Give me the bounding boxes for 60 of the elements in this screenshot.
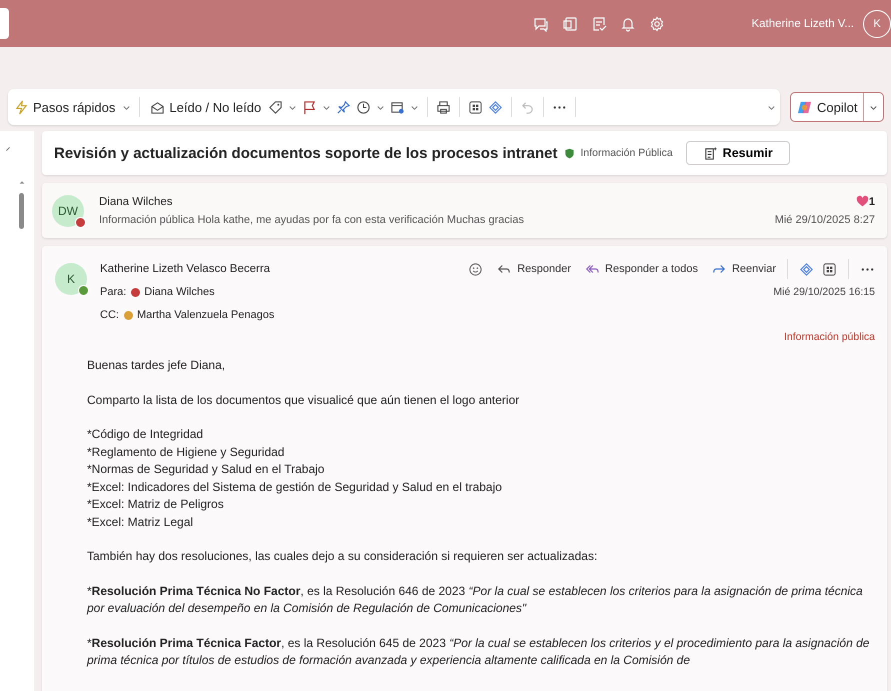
body-paragraph: *Resolución Prima Técnica Factor, es la Resolución 645 de 2023 “Por la cual se establecen los criterios y el procedimiento para la asignación de prima técnica por títulos de estudios de formación avanzada y experiencia altamente calificada en la Comisión de bbox=[87, 634, 870, 669]
apps-icon[interactable] bbox=[822, 262, 837, 276]
lightning-icon bbox=[14, 100, 29, 114]
list-item: *Excel: Indicadores del Sistema de gestión de Seguridad y Salud en el trabajo bbox=[87, 478, 503, 496]
calendar-icon[interactable] bbox=[390, 100, 406, 114]
sensitivity-label: Información Pública bbox=[580, 147, 673, 159]
recipient-name[interactable]: Martha Valenzuela Penagos bbox=[136, 309, 274, 321]
document-sparkle-icon bbox=[702, 146, 718, 160]
message-date: Mié 29/10/2025 8:27 bbox=[774, 214, 875, 226]
to-label: Para: bbox=[100, 286, 126, 298]
avatar: DW bbox=[52, 194, 84, 226]
list-item: *Excel: Matriz de Peligros bbox=[87, 496, 225, 513]
search-field[interactable] bbox=[0, 8, 10, 39]
apps-icon[interactable] bbox=[468, 100, 484, 114]
chat-icon[interactable] bbox=[533, 16, 550, 32]
chevron-icon[interactable] bbox=[4, 145, 12, 153]
loop-icon[interactable] bbox=[488, 100, 504, 114]
reply-button[interactable]: Responder bbox=[497, 262, 572, 276]
message-date: Mié 29/10/2025 16:15 bbox=[773, 286, 875, 298]
avatar: K bbox=[55, 263, 87, 295]
printer-icon[interactable] bbox=[436, 100, 452, 114]
shield-icon bbox=[564, 148, 576, 158]
collapsed-message[interactable]: DW Diana Wilches Información pública Hola kathe, me ayudas por fa con esta verificación Muchas gracias 1 Mié 29/10/2025 8:27 bbox=[42, 183, 887, 238]
notebook-icon[interactable] bbox=[562, 16, 578, 32]
sensitivity-label: Información pública bbox=[784, 331, 875, 343]
body-paragraph: *Resolución Prima Técnica No Factor, es la Resolución 646 de 2023 “Por la cual se establecen los criterios para la asignación de prima técnica por evaluación del desempeño en la Comisión de Regulación de Comunicaciones" bbox=[87, 582, 864, 617]
forward-button[interactable]: Reenviar bbox=[712, 262, 776, 276]
settings-icon[interactable] bbox=[649, 16, 666, 32]
copilot-logo bbox=[797, 100, 812, 114]
cc-label: CC: bbox=[100, 309, 119, 321]
arrow-reply-all-icon bbox=[585, 262, 600, 276]
body-paragraph: Buenas tardes jefe Diana, bbox=[87, 357, 226, 374]
tag-icon[interactable] bbox=[268, 100, 284, 114]
loop-icon[interactable] bbox=[799, 262, 814, 276]
body-paragraph: Comparto la lista de los documentos que visualicé que aún tienen el logo anterior bbox=[87, 392, 520, 408]
list-item: *Normas de Seguridad y Salud en el Trabajo bbox=[87, 461, 326, 478]
body-paragraph: También hay dos resoluciones, las cuales dejo a su consideración si requieren ser actualizadas: bbox=[87, 548, 598, 565]
pin-icon[interactable] bbox=[336, 100, 352, 114]
checklist-icon[interactable] bbox=[591, 16, 608, 32]
clock-icon[interactable] bbox=[356, 100, 372, 114]
list-item: *Reglamento de Higiene y Seguridad bbox=[87, 444, 286, 460]
flag-icon[interactable] bbox=[302, 100, 318, 114]
scrollbar-thumb[interactable] bbox=[19, 193, 24, 229]
read-unread-button[interactable]: Leído / No leído bbox=[148, 100, 264, 114]
reply-all-button[interactable]: Responder a todos bbox=[585, 262, 698, 276]
arrow-forward-icon bbox=[712, 262, 726, 276]
bell-icon[interactable] bbox=[620, 16, 636, 32]
arrow-reply-icon bbox=[497, 262, 512, 276]
copilot-button[interactable]: Copilot bbox=[790, 92, 884, 122]
list-item: *Código de Integridad bbox=[87, 426, 204, 443]
sender-name: Katherine Lizeth Velasco Becerra bbox=[100, 263, 270, 275]
sender-name: Diana Wilches bbox=[99, 196, 174, 208]
recipient-name[interactable]: Diana Wilches bbox=[144, 286, 215, 298]
emoji-icon[interactable] bbox=[468, 262, 484, 276]
envelope-icon bbox=[150, 100, 166, 114]
message-preview: Información pública Hola kathe, me ayudas por fa con esta verificación Muchas gracias bbox=[99, 214, 525, 226]
subject-title: Revisión y actualización documentos soporte de los procesos intranet bbox=[54, 144, 558, 162]
summarize-button[interactable]: Resumir bbox=[686, 141, 790, 165]
quick-steps-button[interactable]: Pasos rápidos bbox=[12, 100, 118, 114]
list-item: *Excel: Matriz Legal bbox=[87, 514, 194, 530]
